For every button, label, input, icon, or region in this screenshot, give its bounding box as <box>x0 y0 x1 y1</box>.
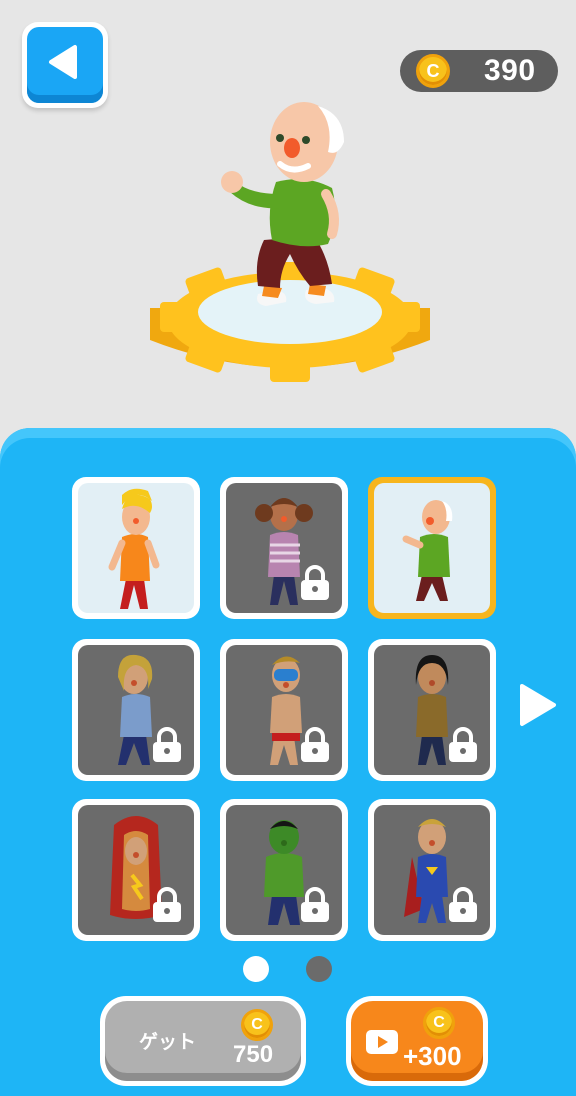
character-preview <box>150 102 430 382</box>
character-grid <box>72 477 498 941</box>
character-card-superhero[interactable] <box>368 799 496 941</box>
character-card-green-hulk[interactable] <box>220 799 348 941</box>
character-card-hotdog-costume[interactable] <box>72 799 200 941</box>
gear-pedestal <box>150 262 430 382</box>
coin-balance: C 390 <box>400 50 558 92</box>
get-price: 750 <box>233 1041 274 1068</box>
character-card-blonde-woman[interactable] <box>72 639 200 781</box>
get-button-label: ゲット <box>139 1032 197 1053</box>
back-button[interactable] <box>22 22 108 108</box>
watch-ad-button[interactable]: C +300 <box>346 996 488 1086</box>
coin-icon: C <box>416 54 450 88</box>
character-card-snorkel-swimmer[interactable] <box>220 639 348 781</box>
back-triangle-icon <box>49 45 77 79</box>
lock-icon <box>449 887 477 922</box>
character-card-dark-hair-woman[interactable] <box>368 639 496 781</box>
video-play-icon <box>366 1030 398 1054</box>
ad-reward-amount: +300 <box>403 1041 462 1071</box>
lock-icon <box>301 887 329 922</box>
coin-icon: C <box>423 1007 455 1039</box>
page-dot-2[interactable] <box>306 956 332 982</box>
blonde-boy-icon <box>108 488 160 609</box>
lock-icon <box>301 565 329 600</box>
lock-icon <box>449 727 477 762</box>
character-card-pigtail-girl[interactable] <box>220 477 348 619</box>
next-page-arrow-icon[interactable] <box>516 682 558 728</box>
get-character-button[interactable]: ゲット C 750 <box>100 996 306 1086</box>
coin-icon: C <box>241 1009 273 1041</box>
character-card-blonde-boy[interactable] <box>72 477 200 619</box>
lock-icon <box>153 727 181 762</box>
character-card-old-man[interactable] <box>368 477 496 619</box>
old-man-icon <box>402 500 453 601</box>
page-dot-1[interactable] <box>243 956 269 982</box>
coin-balance-value: 390 <box>484 54 536 87</box>
lock-icon <box>153 887 181 922</box>
lock-icon <box>301 727 329 762</box>
